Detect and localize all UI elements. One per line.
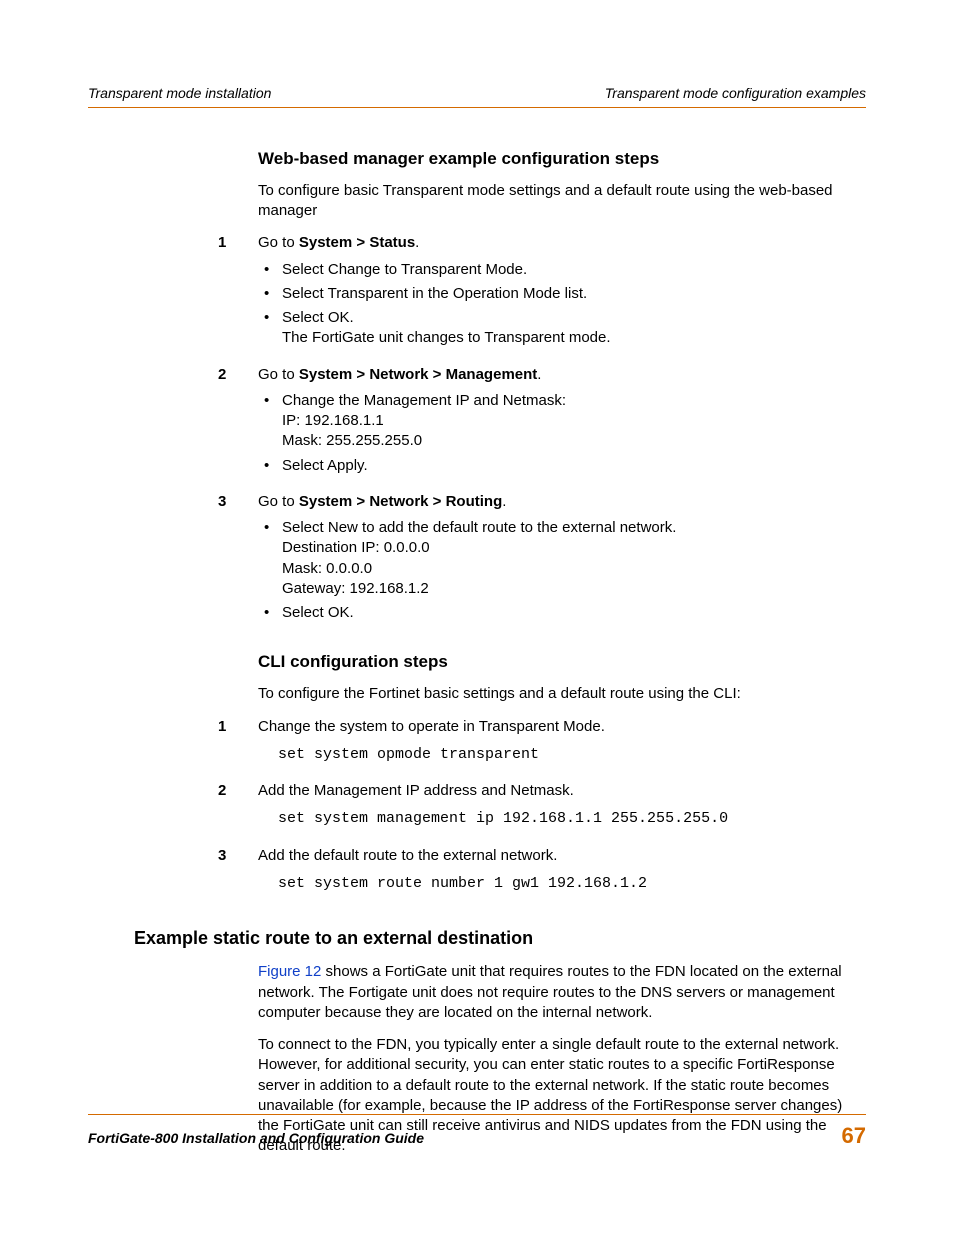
step-text: Change the system to operate in Transpar… <box>258 717 866 737</box>
step: 3 Add the default route to the external … <box>258 846 866 905</box>
list-item: Select Change to Transparent Mode. <box>282 260 866 280</box>
step: 2 Go to System > Network > Management. C… <box>258 365 866 486</box>
paragraph: Figure 12 shows a FortiGate unit that re… <box>258 962 866 1023</box>
step-number: 1 <box>218 717 258 776</box>
section-heading: CLI configuration steps <box>258 651 866 674</box>
code-line: set system management ip 192.168.1.1 255… <box>278 809 866 829</box>
step-number: 2 <box>218 365 258 486</box>
list-item: Select OK. <box>282 603 866 623</box>
list-item: Change the Management IP and Netmask: IP… <box>282 391 866 452</box>
code-line: set system route number 1 gw1 192.168.1.… <box>278 874 866 894</box>
step: 3 Go to System > Network > Routing. Sele… <box>258 492 866 634</box>
list-item: Select Apply. <box>282 456 866 476</box>
step: 1 Change the system to operate in Transp… <box>258 717 866 776</box>
page-number: 67 <box>842 1121 866 1151</box>
paragraph: To configure basic Transparent mode sett… <box>258 181 866 222</box>
bullet-list: Change the Management IP and Netmask: IP… <box>258 391 866 476</box>
running-header: Transparent mode installation Transparen… <box>88 84 866 103</box>
step-text: Add the Management IP address and Netmas… <box>258 781 866 801</box>
footer-title: FortiGate-800 Installation and Configura… <box>88 1129 424 1148</box>
step-text: Go to System > Network > Routing. <box>258 493 506 510</box>
step-text: Go to System > Network > Management. <box>258 366 541 383</box>
list-item: Select Transparent in the Operation Mode… <box>282 284 866 304</box>
list-item: Select OK. The FortiGate unit changes to… <box>282 308 866 349</box>
code-line: set system opmode transparent <box>278 745 866 765</box>
footer-rule <box>88 1114 866 1115</box>
paragraph: To configure the Fortinet basic settings… <box>258 684 866 704</box>
page-footer: FortiGate-800 Installation and Configura… <box>88 1114 866 1151</box>
step-number: 2 <box>218 781 258 840</box>
main-content: Web-based manager example configuration … <box>258 148 866 1157</box>
step: 2 Add the Management IP address and Netm… <box>258 781 866 840</box>
bullet-list: Select Change to Transparent Mode. Selec… <box>258 260 866 349</box>
header-rule <box>88 107 866 108</box>
step-text: Add the default route to the external ne… <box>258 846 866 866</box>
step-number: 1 <box>218 233 258 358</box>
figure-link[interactable]: Figure 12 <box>258 963 321 980</box>
list-item: Select New to add the default route to t… <box>282 518 866 599</box>
step-number: 3 <box>218 846 258 905</box>
bullet-list: Select New to add the default route to t… <box>258 518 866 623</box>
section-heading: Example static route to an external dest… <box>134 926 866 950</box>
step-text: Go to System > Status. <box>258 234 419 251</box>
header-left: Transparent mode installation <box>88 84 271 103</box>
step-number: 3 <box>218 492 258 634</box>
step: 1 Go to System > Status. Select Change t… <box>258 233 866 358</box>
header-right: Transparent mode configuration examples <box>605 84 866 103</box>
section-heading: Web-based manager example configuration … <box>258 148 866 171</box>
